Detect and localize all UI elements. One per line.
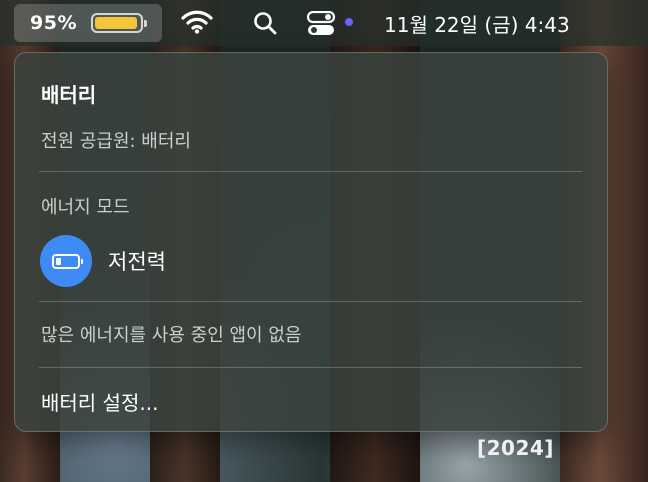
wallpaper-year-stamp: [2024] [477,436,554,460]
search-icon[interactable] [252,10,278,40]
battery-settings-button[interactable]: 배터리 설정... [41,387,158,416]
notification-dot [345,18,353,26]
energy-mode-label: 저전력 [108,250,166,274]
divider [39,367,582,368]
divider [39,171,582,172]
energy-mode-header: 에너지 모드 [41,197,130,218]
panel-title: 배터리 [41,83,97,107]
battery-icon [91,13,147,33]
wifi-icon[interactable] [181,10,213,38]
menu-bar: 95% 11월 22일 (금) 4:43 [0,0,648,46]
battery-level-fill [95,17,137,29]
energy-mode-low-power[interactable]: 저전력 [40,235,166,287]
battery-menu-item[interactable]: 95% [14,4,162,42]
low-battery-icon[interactable] [40,235,92,287]
divider [39,301,582,302]
power-source-text: 전원 공급원: 배터리 [41,131,191,152]
no-apps-using-energy-text: 많은 에너지를 사용 중인 앱이 없음 [41,325,302,346]
battery-dropdown-panel: 배터리 전원 공급원: 배터리 에너지 모드 저전력 많은 에너지를 사용 중인… [14,52,608,432]
control-center-icon[interactable] [306,10,338,41]
menu-clock[interactable]: 11월 22일 (금) 4:43 [384,9,570,38]
battery-percent: 95% [30,12,77,34]
